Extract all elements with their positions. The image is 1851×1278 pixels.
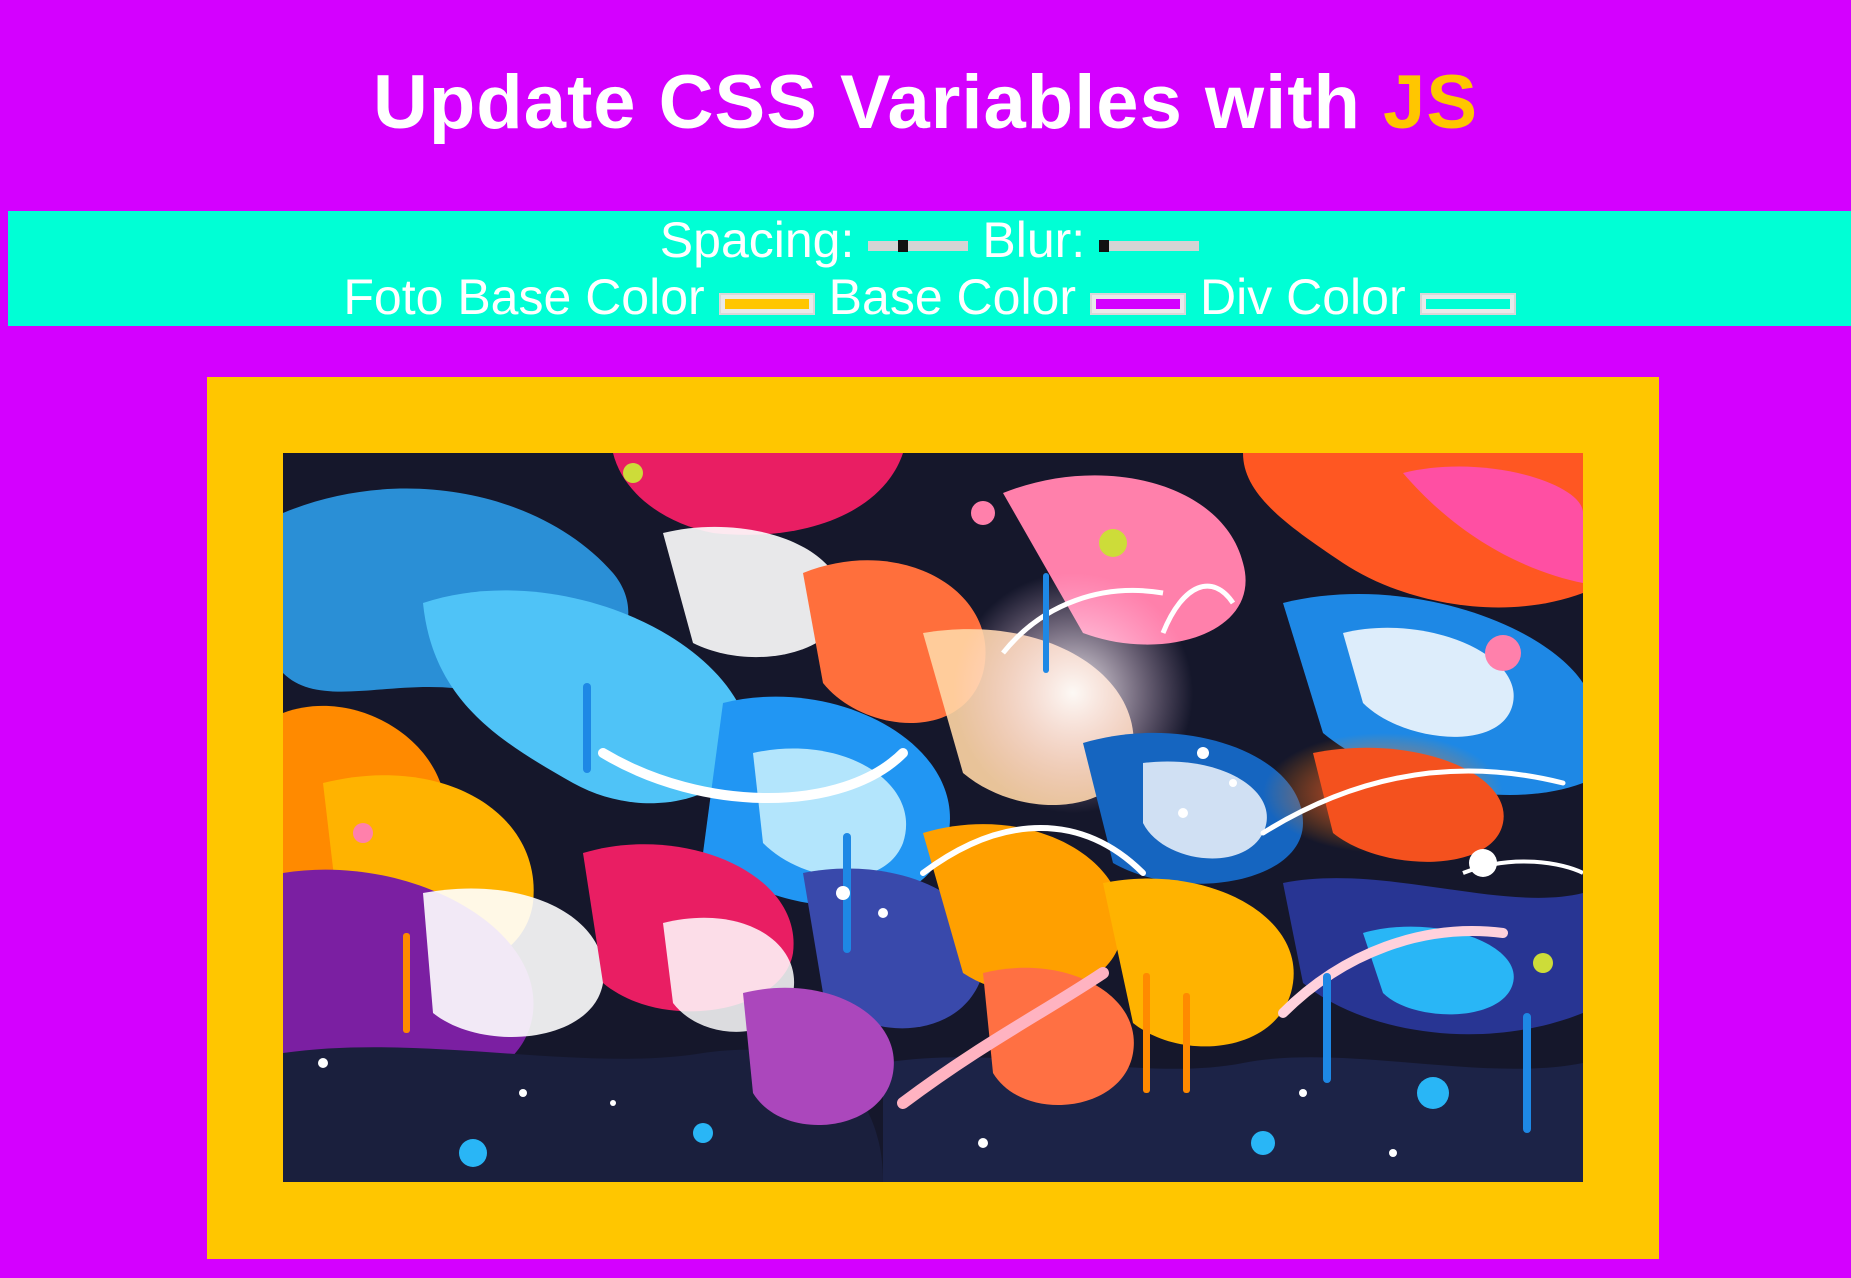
base-color-label: Base Color	[828, 269, 1077, 325]
base-color-picker[interactable]	[1090, 293, 1187, 315]
graffiti-image	[283, 453, 1583, 1182]
title-accent: JS	[1383, 60, 1479, 145]
div-color-picker[interactable]	[1419, 293, 1516, 315]
base-color-swatch	[1096, 299, 1181, 309]
controls-row-sliders: Spacing: Blur:	[8, 211, 1851, 269]
foto-base-color-swatch	[724, 299, 809, 309]
blur-slider-thumb[interactable]	[1099, 240, 1110, 252]
photo-frame	[207, 377, 1659, 1259]
foto-base-color-picker[interactable]	[718, 293, 815, 315]
spacing-label: Spacing:	[659, 212, 855, 268]
blur-slider[interactable]	[1099, 240, 1200, 252]
page: Update CSS Variables with JS Spacing: Bl…	[0, 0, 1851, 1278]
controls-row-colors: Foto Base Color Base Color Div Color	[8, 268, 1851, 326]
spacing-slider[interactable]	[868, 240, 969, 252]
controls-panel: Spacing: Blur: Foto Base Color Base Colo…	[8, 211, 1851, 326]
graffiti-artwork-icon	[283, 453, 1583, 1182]
page-title: Update CSS Variables with JS	[0, 58, 1851, 148]
div-color-label: Div Color	[1200, 269, 1406, 325]
foto-base-color-label: Foto Base Color	[343, 269, 705, 325]
title-text: Update CSS Variables with	[372, 60, 1361, 145]
spacing-slider-thumb[interactable]	[898, 240, 909, 252]
blur-label: Blur:	[982, 212, 1086, 268]
div-color-swatch	[1425, 299, 1510, 309]
